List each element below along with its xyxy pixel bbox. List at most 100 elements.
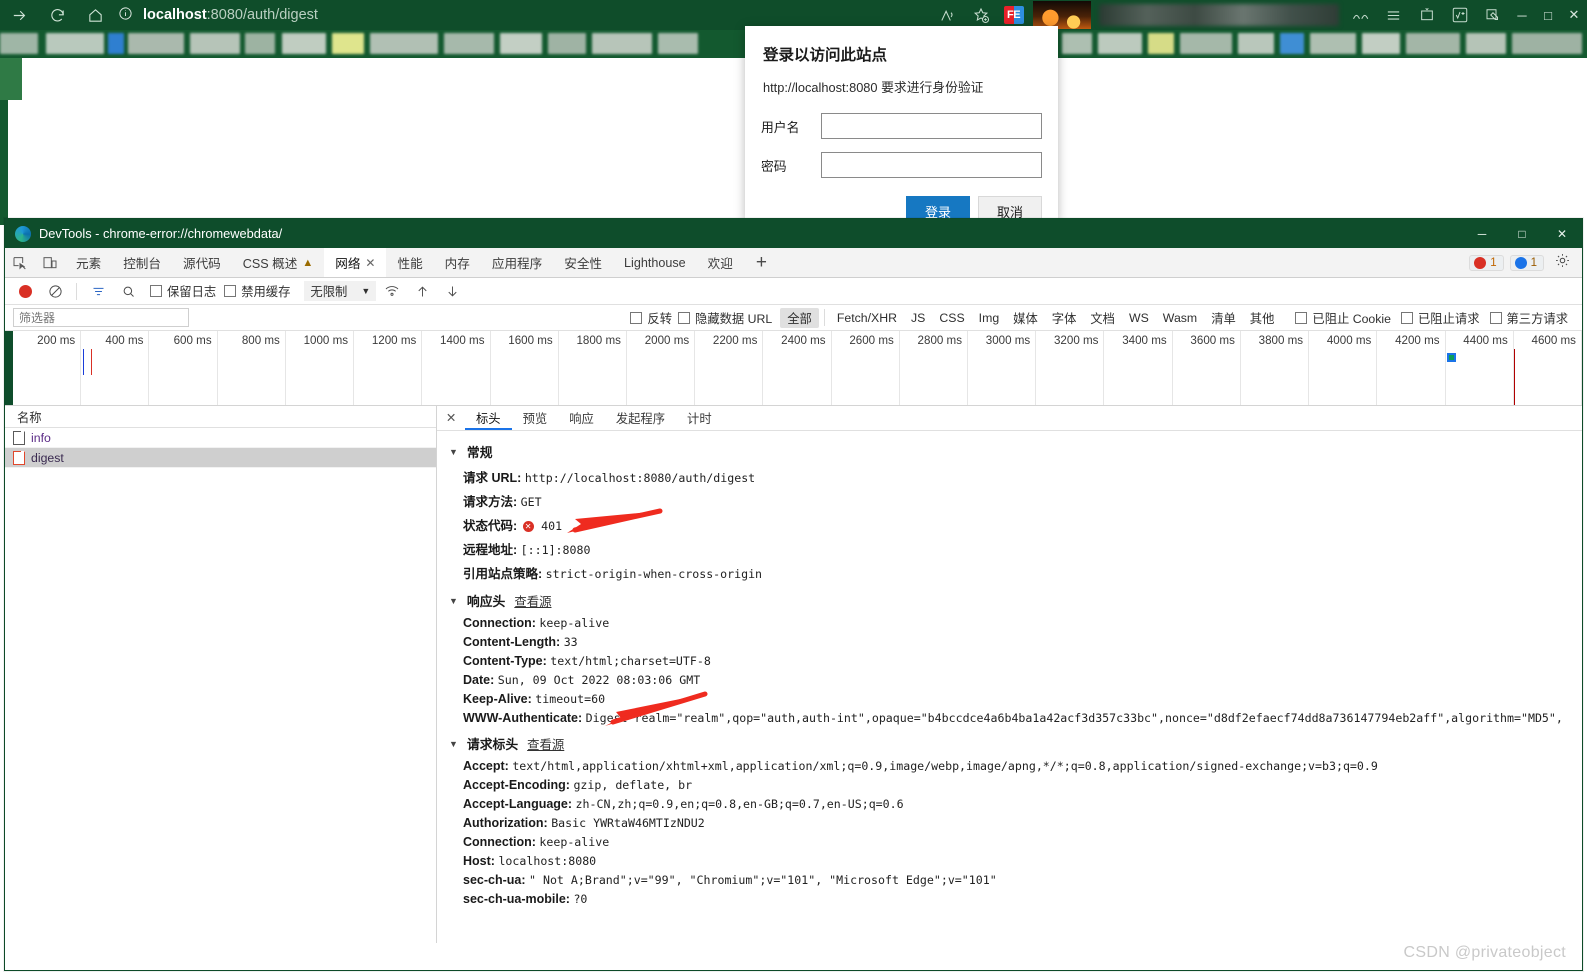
request-row-digest[interactable]: digest [5,448,436,468]
network-body: 名称 info digest ✕ 标头 预览 响应 发起程序 计时 ▼ 常规 请求 URL… [5,406,1582,943]
detail-tab-3[interactable]: 发起程序 [605,406,676,430]
filter-type-7[interactable]: 文档 [1083,308,1122,328]
devtools-tab-2[interactable]: 源代码 [172,248,232,277]
blocked-requests-label: 已阻止请求 [1418,311,1480,326]
filter-type-11[interactable]: 其他 [1243,308,1282,328]
invert-checkbox[interactable]: 反转 [630,309,672,327]
gear-icon[interactable] [1550,252,1574,273]
request-headers-title[interactable]: ▼ 请求标头 查看源 [437,731,1582,756]
throttle-select[interactable]: 无限制 ▼ [304,281,377,301]
timeline-tick-3: 800 ms [218,331,286,405]
split-screen-icon[interactable] [1410,0,1443,30]
timeline-tick-label: 3000 ms [985,334,1031,347]
filter-type-5[interactable]: 媒体 [1006,308,1045,328]
import-har-icon[interactable] [408,279,436,303]
devtools-tab-6[interactable]: 内存 [434,248,481,277]
devtools-tab-7[interactable]: 应用程序 [481,248,553,277]
timeline-tick-10: 2200 ms [695,331,764,405]
network-filter-bar: 反转 隐藏数据 URL 全部 Fetch/XHRJSCSSImg媒体字体文档WSW… [5,305,1582,331]
address-bar[interactable]: localhost:8080/auth/digest [118,0,318,30]
detail-tab-4[interactable]: 计时 [676,406,723,430]
watermark: CSDN @privateobject [1403,944,1566,961]
timeline-tick-label: 4600 ms [1531,334,1576,347]
third-party-requests-checkbox[interactable]: 第三方请求 [1489,309,1568,327]
screenshot-icon[interactable] [1476,0,1509,30]
timeline-request-block[interactable] [1446,353,1456,362]
browser-essentials-icon[interactable] [1377,0,1410,30]
dialog-title: 登录以访问此站点 [763,47,888,64]
timeline-tick-9: 2000 ms [627,331,696,405]
devtools-close-button[interactable]: ✕ [1542,227,1582,241]
window-close-button[interactable]: ✕ [1561,7,1587,23]
view-source-link[interactable]: 查看源 [527,735,564,753]
devtools-tab-0[interactable]: 元素 [65,248,112,277]
search-icon[interactable] [114,279,142,303]
header-key: 远程地址: [463,542,518,557]
disable-cache-checkbox[interactable]: 禁用缓存 [224,282,290,300]
view-source-link[interactable]: 查看源 [514,592,551,610]
filter-type-9[interactable]: Wasm [1156,310,1204,326]
blocked-requests-checkbox[interactable]: 已阻止请求 [1401,309,1480,327]
detail-tab-1[interactable]: 预览 [512,406,559,430]
filter-input[interactable] [13,308,189,327]
tab-label: 欢迎 [707,257,733,271]
section-label: 常规 [466,445,493,460]
devtools-tabbar: 元素 控制台 源代码 CSS 概述 ▲ 网络 ✕ 性能 内存 应用程序 安全性 Lighthouse 欢… [5,248,1582,278]
devtools-tab-8[interactable]: 安全性 [553,248,613,277]
devtools-tab-5[interactable]: 性能 [386,248,433,277]
devtools-maximize-button[interactable]: □ [1502,227,1542,241]
record-stop-icon[interactable] [11,279,39,303]
devtools-tab-9[interactable]: Lighthouse [613,248,697,277]
response-headers-title[interactable]: ▼ 响应头 查看源 [437,588,1582,613]
devtools-tab-10[interactable]: 欢迎 [697,248,744,277]
forward-arrow-icon[interactable] [0,0,38,30]
message-count-badge[interactable]: 1 [1509,254,1544,271]
filter-icon[interactable] [84,279,112,303]
more-tools-button[interactable]: + [744,248,779,277]
preserve-log-checkbox[interactable]: 保留日志 [150,282,216,300]
error-count-badge[interactable]: 1 [1469,254,1504,271]
filter-type-6[interactable]: 字体 [1045,308,1084,328]
filter-type-8[interactable]: WS [1122,310,1156,326]
hide-data-urls-checkbox[interactable]: 隐藏数据 URL [678,309,772,327]
export-har-icon[interactable] [438,279,466,303]
device-toolbar-icon[interactable] [35,248,65,277]
info-circle-icon[interactable] [118,6,133,25]
window-maximize-button[interactable]: □ [1535,8,1561,23]
filter-type-10[interactable]: 清单 [1204,308,1243,328]
header-key: 请求 URL: [463,470,522,485]
close-detail-icon[interactable]: ✕ [437,406,465,430]
filter-type-0[interactable]: 全部 [780,307,819,328]
devtools-tab-1[interactable]: 控制台 [112,248,172,277]
request-row-info[interactable]: info [5,428,436,448]
devtools-tab-3[interactable]: CSS 概述 ▲ [232,248,324,277]
blocked-cookies-checkbox[interactable]: 已阻止 Cookie [1295,309,1391,327]
password-input[interactable] [821,152,1042,178]
filter-type-3[interactable]: CSS [932,310,971,326]
home-icon[interactable] [76,0,114,30]
devtools-minimize-button[interactable]: ─ [1462,227,1502,241]
clear-network-icon[interactable] [41,279,69,303]
header-value: http://localhost:8080/auth/digest [524,470,756,485]
detail-tab-2[interactable]: 响应 [558,406,605,430]
general-section-title[interactable]: ▼ 常规 [437,439,1582,464]
math-solver-icon[interactable] [1443,0,1476,30]
devtools-tab-4[interactable]: 网络 ✕ [324,248,387,277]
header-row: Content-Length: 33 [437,632,1582,651]
reload-icon[interactable] [38,0,76,30]
filter-type-4[interactable]: Img [972,310,1007,326]
general-section: ▼ 常规 请求 URL: http://localhost:8080/auth/… [437,439,1582,584]
header-value: 33 [563,634,578,649]
detail-tab-0[interactable]: 标头 [465,406,512,430]
window-minimize-button[interactable]: ─ [1509,8,1535,23]
inspect-element-icon[interactable] [5,248,35,277]
tab-close-icon[interactable]: ✕ [365,256,375,270]
filter-type-2[interactable]: JS [904,310,932,326]
collections-icon[interactable] [1344,0,1377,30]
username-input[interactable] [821,113,1042,139]
request-headers-section: ▼ 请求标头 查看源 Accept: text/html,application… [437,731,1582,908]
filter-type-1[interactable]: Fetch/XHR [830,310,904,326]
network-conditions-icon[interactable] [378,279,406,303]
network-overview-timeline[interactable]: 200 ms 400 ms 600 ms 800 ms 1000 ms 1200 ms 14… [5,331,1582,406]
timeline-tick-label: 2200 ms [712,334,758,347]
